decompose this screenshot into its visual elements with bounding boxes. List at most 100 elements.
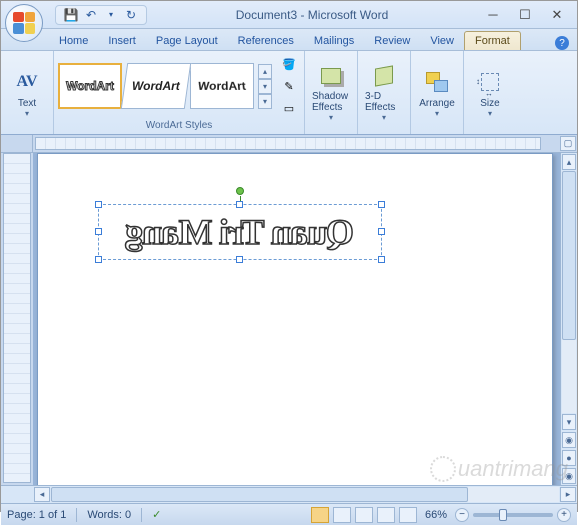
scroll-down-button[interactable]: ▾ — [562, 414, 576, 430]
quick-access-toolbar: 💾 ↶ ▾ ↻ — [55, 5, 147, 25]
edit-text-icon: AV — [13, 68, 41, 96]
scroll-right-button[interactable]: ▸ — [560, 487, 576, 502]
tab-review[interactable]: Review — [364, 32, 420, 50]
wordart-style-3[interactable]: WordArt — [190, 63, 254, 109]
arrange-icon — [423, 68, 451, 96]
group-wordart-styles: WordArt WordArt WordArt ▴ ▾ ▾ 🪣 ✎ ▭ Word… — [54, 51, 305, 134]
vertical-scrollbar: ▴ ▾ ◉ ● ◉ — [560, 153, 577, 485]
tab-home[interactable]: Home — [49, 32, 98, 50]
wordart-style-1[interactable]: WordArt — [58, 63, 122, 109]
workspace: Quan Tri Mang ▴ ▾ ◉ ● ◉ — [1, 153, 577, 485]
3d-effects-button[interactable]: 3-D Effects ▾ — [362, 61, 406, 125]
next-page-button[interactable]: ◉ — [562, 468, 576, 484]
minimize-button[interactable]: ─ — [477, 4, 509, 26]
office-logo-icon — [13, 12, 35, 34]
rotate-handle[interactable] — [236, 187, 244, 195]
shape-fill-button[interactable]: 🪣 — [278, 54, 300, 74]
edit-text-button[interactable]: AV Text ▾ — [5, 61, 49, 125]
horizontal-ruler-row: ▢ — [1, 135, 577, 153]
tab-view[interactable]: View — [420, 32, 464, 50]
undo-icon[interactable]: ↶ — [84, 8, 98, 22]
tab-format[interactable]: Format — [464, 31, 521, 50]
ruler-corner[interactable] — [1, 135, 33, 152]
gallery-more[interactable]: ▾ — [258, 94, 272, 109]
tab-insert[interactable]: Insert — [98, 32, 146, 50]
scroll-v-track[interactable] — [562, 171, 576, 413]
zoom-thumb[interactable] — [499, 509, 507, 521]
view-print-layout[interactable] — [311, 507, 329, 523]
chevron-down-icon: ▾ — [435, 109, 439, 118]
status-page[interactable]: Page: 1 of 1 — [7, 509, 66, 521]
title-bar: 💾 ↶ ▾ ↻ Document3 - Microsoft Word ─ ☐ ✕ — [1, 1, 577, 29]
edit-text-label: Text — [18, 98, 36, 109]
view-outline[interactable] — [377, 507, 395, 523]
zoom-level[interactable]: 66% — [425, 509, 447, 521]
save-icon[interactable]: 💾 — [64, 8, 78, 22]
chevron-down-icon: ▾ — [488, 109, 492, 118]
wordart-object[interactable]: Quan Tri Mang — [98, 204, 382, 260]
help-icon[interactable]: ? — [555, 36, 569, 50]
status-right: 66% − + — [311, 507, 571, 523]
office-button[interactable] — [5, 4, 43, 42]
tab-mailings[interactable]: Mailings — [304, 32, 364, 50]
proofing-icon[interactable]: ✓ — [152, 508, 161, 521]
wordart-style-2[interactable]: WordArt — [121, 63, 191, 109]
change-shape-button[interactable]: ▭ — [278, 98, 300, 118]
page-area[interactable]: Quan Tri Mang — [33, 153, 560, 485]
shape-icon: ▭ — [284, 102, 294, 115]
window-title: Document3 - Microsoft Word — [147, 8, 477, 22]
scroll-v-thumb[interactable] — [562, 171, 576, 340]
vertical-ruler[interactable] — [3, 153, 31, 483]
scroll-up-button[interactable]: ▴ — [562, 154, 576, 170]
paint-bucket-icon: 🪣 — [282, 58, 296, 71]
cube-icon — [370, 64, 398, 89]
zoom-in-button[interactable]: + — [557, 508, 571, 522]
tab-references[interactable]: References — [228, 32, 304, 50]
wordart-gallery: WordArt WordArt WordArt ▴ ▾ ▾ — [58, 63, 272, 109]
wordart-text[interactable]: Quan Tri Mang — [99, 205, 381, 259]
zoom-slider[interactable] — [473, 513, 553, 517]
status-bar: Page: 1 of 1 Words: 0 ✓ 66% − + — [1, 503, 577, 525]
group-size: ↕↔ Size ▾ — [464, 51, 516, 134]
ribbon: AV Text ▾ WordArt WordArt WordArt ▴ ▾ ▾ … — [1, 51, 577, 135]
group-label-styles: WordArt Styles — [58, 119, 300, 132]
chevron-down-icon: ▾ — [329, 113, 333, 122]
shape-outline-button[interactable]: ✎ — [278, 76, 300, 96]
view-full-screen[interactable] — [333, 507, 351, 523]
wordart-tools: 🪣 ✎ ▭ — [278, 54, 300, 118]
redo-icon[interactable]: ↻ — [124, 8, 138, 22]
qat-dropdown-icon[interactable]: ▾ — [104, 8, 118, 22]
browse-object-button[interactable]: ● — [562, 450, 576, 466]
zoom-out-button[interactable]: − — [455, 508, 469, 522]
status-words[interactable]: Words: 0 — [87, 509, 131, 521]
shadow-icon — [317, 64, 345, 89]
chevron-down-icon: ▾ — [382, 113, 386, 122]
size-button[interactable]: ↕↔ Size ▾ — [468, 61, 512, 125]
window-controls: ─ ☐ ✕ — [477, 4, 573, 26]
view-draft[interactable] — [399, 507, 417, 523]
view-web-layout[interactable] — [355, 507, 373, 523]
document-page[interactable]: Quan Tri Mang — [37, 153, 553, 485]
gallery-scroll-up[interactable]: ▴ — [258, 64, 272, 79]
pencil-icon: ✎ — [284, 80, 293, 93]
ruler-toggle[interactable]: ▢ — [560, 136, 576, 151]
scroll-h-track[interactable] — [51, 487, 559, 502]
gallery-scroll: ▴ ▾ ▾ — [258, 64, 272, 109]
size-icon: ↕↔ — [476, 68, 504, 96]
tab-page-layout[interactable]: Page Layout — [146, 32, 228, 50]
scroll-h-thumb[interactable] — [51, 487, 468, 502]
gallery-scroll-down[interactable]: ▾ — [258, 79, 272, 94]
ribbon-tabs: Home Insert Page Layout References Maili… — [1, 29, 577, 51]
group-3d: 3-D Effects ▾ — [358, 51, 411, 134]
group-text: AV Text ▾ — [1, 51, 54, 134]
chevron-down-icon: ▾ — [25, 109, 29, 118]
prev-page-button[interactable]: ◉ — [562, 432, 576, 448]
close-button[interactable]: ✕ — [541, 4, 573, 26]
group-arrange: Arrange ▾ — [411, 51, 464, 134]
maximize-button[interactable]: ☐ — [509, 4, 541, 26]
scroll-left-button[interactable]: ◂ — [34, 487, 50, 502]
horizontal-ruler[interactable] — [35, 137, 541, 150]
shadow-effects-button[interactable]: Shadow Effects ▾ — [309, 61, 353, 125]
vertical-ruler-col — [1, 153, 33, 485]
arrange-button[interactable]: Arrange ▾ — [415, 61, 459, 125]
